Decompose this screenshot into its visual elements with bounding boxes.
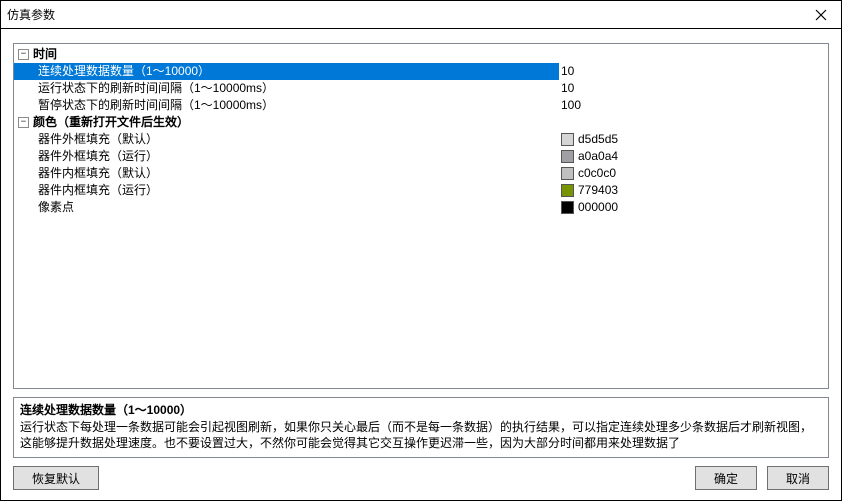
- prop-label: 连续处理数据数量（1～10000）: [38, 63, 210, 80]
- ok-button[interactable]: 确定: [695, 466, 757, 490]
- prop-inner-fill-run[interactable]: 器件内框填充（运行） 779403: [14, 182, 828, 199]
- prop-label: 像素点: [38, 199, 74, 216]
- help-box: 连续处理数据数量（1～10000） 运行状态下每处理一条数据可能会引起视图刷新，…: [13, 397, 829, 458]
- prop-run-refresh[interactable]: 运行状态下的刷新时间间隔（1～10000ms） 10: [14, 80, 828, 97]
- color-swatch[interactable]: [561, 201, 574, 214]
- prop-value[interactable]: 10: [561, 63, 574, 80]
- prop-value: a0a0a4: [578, 148, 618, 165]
- collapse-icon[interactable]: −: [18, 49, 29, 60]
- prop-pixel[interactable]: 像素点 000000: [14, 199, 828, 216]
- dialog-content: − 时间 连续处理数据数量（1～10000） 10 运行状态下的刷新时间间隔（1…: [1, 29, 841, 500]
- color-swatch[interactable]: [561, 150, 574, 163]
- prop-label: 器件内框填充（默认）: [38, 165, 158, 182]
- property-grid: − 时间 连续处理数据数量（1～10000） 10 运行状态下的刷新时间间隔（1…: [13, 43, 829, 389]
- close-icon: [815, 9, 827, 21]
- prop-label: 器件内框填充（运行）: [38, 182, 158, 199]
- prop-cont-count[interactable]: 连续处理数据数量（1～10000） 10: [14, 63, 828, 80]
- help-title: 连续处理数据数量（1～10000）: [20, 402, 822, 418]
- group-time-label: 时间: [33, 46, 57, 63]
- help-text: 运行状态下每处理一条数据可能会引起视图刷新，如果你只关心最后（而不是每一条数据）…: [20, 419, 822, 451]
- prop-value[interactable]: 10: [561, 80, 574, 97]
- prop-label: 器件外框填充（运行）: [38, 148, 158, 165]
- prop-value[interactable]: 100: [561, 97, 581, 114]
- window-title: 仿真参数: [7, 6, 55, 23]
- prop-value: 000000: [578, 199, 618, 216]
- color-swatch[interactable]: [561, 167, 574, 180]
- prop-outer-fill-run[interactable]: 器件外框填充（运行） a0a0a4: [14, 148, 828, 165]
- group-color-label: 颜色（重新打开文件后生效）: [33, 114, 189, 131]
- button-row: 恢复默认 确定 取消: [13, 466, 829, 490]
- prop-value: d5d5d5: [578, 131, 618, 148]
- prop-pause-refresh[interactable]: 暂停状态下的刷新时间间隔（1～10000ms） 100: [14, 97, 828, 114]
- title-bar: 仿真参数: [1, 1, 841, 29]
- collapse-icon[interactable]: −: [18, 117, 29, 128]
- prop-label: 运行状态下的刷新时间间隔（1～10000ms）: [38, 80, 274, 97]
- cancel-button[interactable]: 取消: [767, 466, 829, 490]
- prop-label: 暂停状态下的刷新时间间隔（1～10000ms）: [38, 97, 274, 114]
- color-swatch[interactable]: [561, 133, 574, 146]
- group-color[interactable]: − 颜色（重新打开文件后生效）: [14, 114, 828, 131]
- prop-outer-fill-default[interactable]: 器件外框填充（默认） d5d5d5: [14, 131, 828, 148]
- restore-defaults-button[interactable]: 恢复默认: [13, 466, 99, 490]
- prop-label: 器件外框填充（默认）: [38, 131, 158, 148]
- group-time[interactable]: − 时间: [14, 46, 828, 63]
- prop-inner-fill-default[interactable]: 器件内框填充（默认） c0c0c0: [14, 165, 828, 182]
- close-button[interactable]: [801, 1, 841, 28]
- prop-value: c0c0c0: [578, 165, 616, 182]
- color-swatch[interactable]: [561, 184, 574, 197]
- prop-value: 779403: [578, 182, 618, 199]
